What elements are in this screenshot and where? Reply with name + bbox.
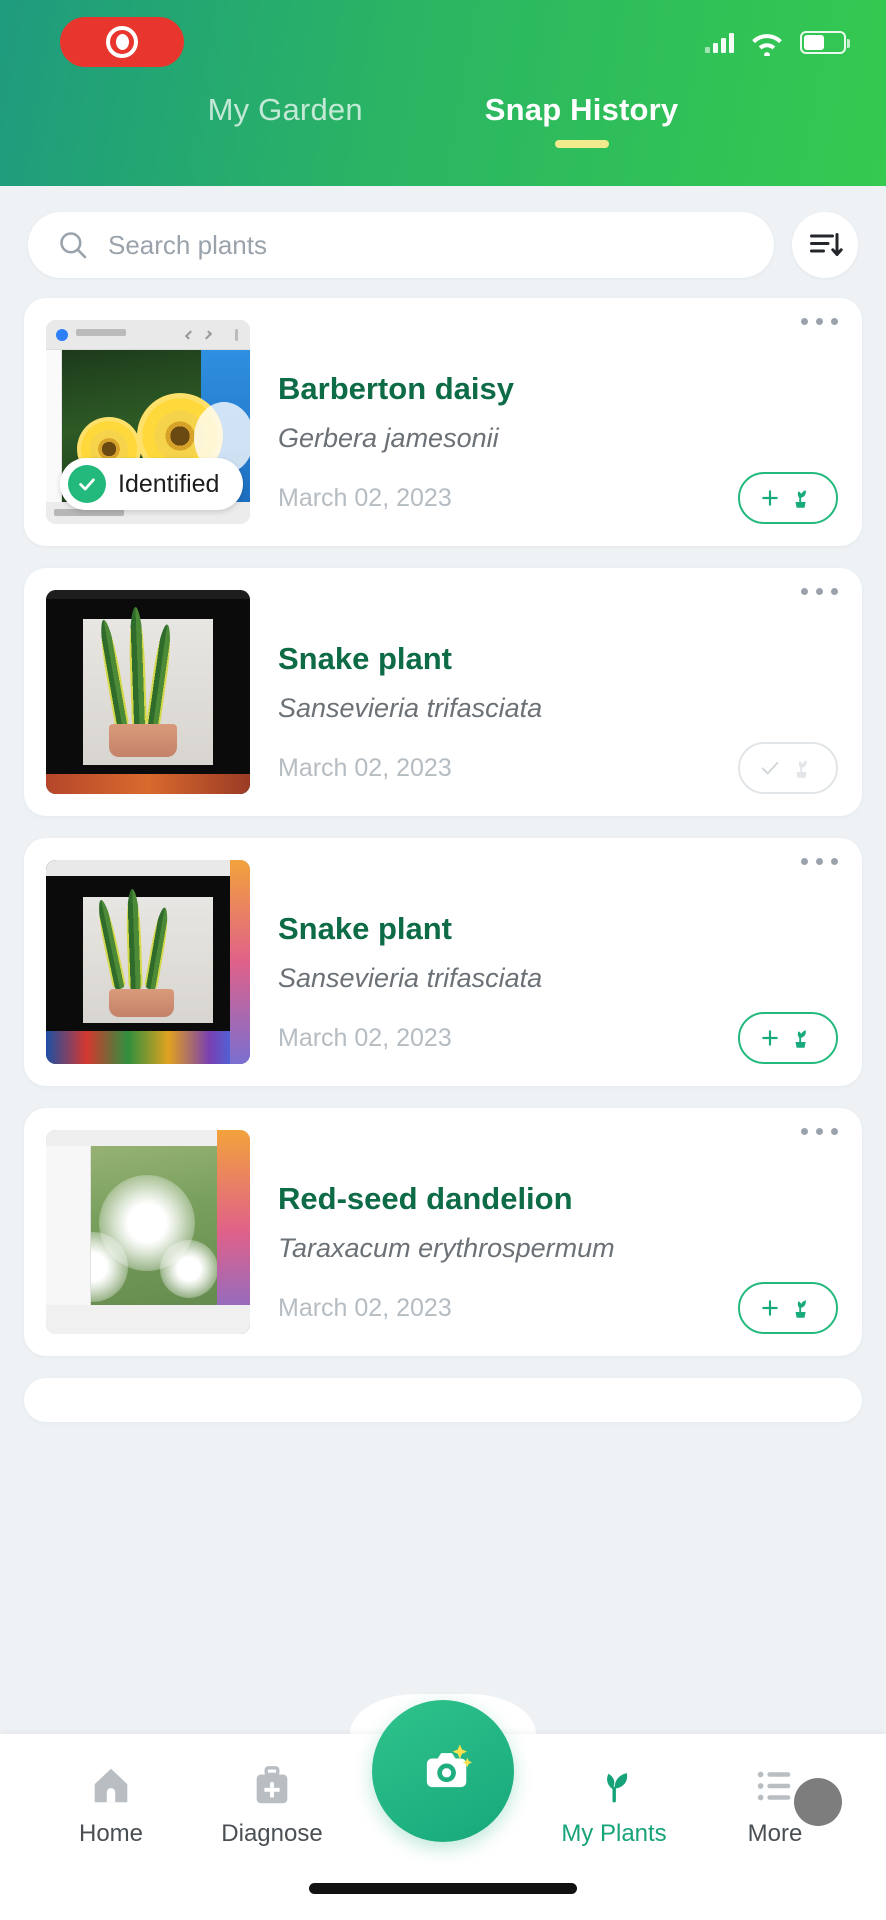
plant-thumbnail[interactable] bbox=[46, 1130, 250, 1334]
status-bar bbox=[0, 0, 886, 84]
nav-item-my-plants[interactable]: My Plants bbox=[549, 1760, 679, 1848]
nav-item-my-plants-label: My Plants bbox=[561, 1820, 667, 1847]
plant-name: Snake plant bbox=[278, 911, 452, 946]
plant-name: Red-seed dandelion bbox=[278, 1181, 573, 1216]
status-icons bbox=[705, 29, 850, 56]
plant-name: Snake plant bbox=[278, 641, 452, 676]
more-options-icon[interactable] bbox=[801, 1128, 838, 1135]
plant-thumbnail[interactable] bbox=[46, 860, 250, 1064]
nav-item-diagnose-label: Diagnose bbox=[221, 1820, 323, 1847]
sprout-icon bbox=[549, 1760, 679, 1812]
more-options-icon[interactable] bbox=[801, 588, 838, 595]
nav-item-home[interactable]: Home bbox=[46, 1760, 176, 1848]
potted-plant-icon bbox=[795, 1300, 806, 1318]
table-row[interactable]: Red-seed dandelion Taraxacum erythrosper… bbox=[24, 1108, 862, 1356]
tab-my-garden[interactable]: My Garden bbox=[202, 92, 369, 128]
plant-scientific-name: Sansevieria trifasciata bbox=[278, 963, 543, 994]
potted-plant-icon bbox=[796, 760, 807, 778]
potted-plant-icon bbox=[795, 490, 806, 508]
added-to-garden-button[interactable] bbox=[738, 742, 838, 794]
plus-icon bbox=[762, 1030, 778, 1046]
snap-date: March 02, 2023 bbox=[278, 1023, 452, 1052]
check-circle-icon bbox=[68, 465, 106, 503]
tab-snap-history[interactable]: Snap History bbox=[479, 92, 685, 148]
plant-scientific-name: Gerbera jamesonii bbox=[278, 423, 499, 454]
plant-name: Barberton daisy bbox=[278, 371, 515, 406]
camera-capture-icon bbox=[426, 1744, 473, 1788]
plus-icon bbox=[762, 1300, 778, 1316]
first-aid-kit-icon bbox=[207, 1760, 337, 1812]
plant-thumbnail[interactable] bbox=[46, 590, 250, 794]
mouse-cursor bbox=[794, 1778, 842, 1826]
snap-history-list: Identified Barberton daisy Gerbera james… bbox=[0, 298, 886, 1422]
nav-item-diagnose[interactable]: Diagnose bbox=[207, 1760, 337, 1848]
bottom-navigation: Home Diagnose My Plants More bbox=[0, 1692, 886, 1920]
sort-descending-icon bbox=[810, 233, 843, 256]
snap-date: March 02, 2023 bbox=[278, 1293, 452, 1322]
home-indicator bbox=[309, 1883, 577, 1894]
search-row: Search plants bbox=[0, 186, 886, 298]
add-to-garden-button[interactable] bbox=[738, 1012, 838, 1064]
table-row[interactable]: Identified Barberton daisy Gerbera james… bbox=[24, 298, 862, 546]
app-screen: My Garden Snap History Search plants Ide… bbox=[0, 0, 886, 1920]
home-icon bbox=[46, 1760, 176, 1812]
more-options-icon[interactable] bbox=[801, 318, 838, 325]
cellular-signal-icon bbox=[705, 31, 734, 53]
record-icon bbox=[106, 26, 138, 58]
search-input[interactable]: Search plants bbox=[28, 212, 774, 278]
sort-button[interactable] bbox=[792, 212, 858, 278]
status-badge: Identified bbox=[60, 458, 244, 510]
tab-snap-history-label: Snap History bbox=[484, 92, 679, 127]
tab-underline bbox=[554, 140, 609, 148]
plant-scientific-name: Sansevieria trifasciata bbox=[278, 693, 543, 724]
camera-capture-button[interactable] bbox=[372, 1700, 514, 1842]
tab-my-garden-label: My Garden bbox=[207, 92, 363, 127]
plant-thumbnail[interactable]: Identified bbox=[46, 320, 250, 524]
table-row[interactable]: Snake plant Sansevieria trifasciata Marc… bbox=[24, 568, 862, 816]
add-to-garden-button[interactable] bbox=[738, 1282, 838, 1334]
status-badge-label: Identified bbox=[118, 469, 220, 498]
battery-icon bbox=[800, 30, 850, 54]
more-options-icon[interactable] bbox=[801, 858, 838, 865]
plant-scientific-name: Taraxacum erythrospermum bbox=[278, 1233, 615, 1264]
search-icon bbox=[60, 232, 87, 259]
nav-item-home-label: Home bbox=[78, 1820, 144, 1847]
add-to-garden-button[interactable] bbox=[738, 472, 838, 524]
plus-icon bbox=[762, 490, 778, 506]
snap-date: March 02, 2023 bbox=[278, 753, 452, 782]
header-tabs: My Garden Snap History bbox=[0, 84, 886, 186]
table-row[interactable]: Snake plant Sansevieria trifasciata Marc… bbox=[24, 838, 862, 1086]
screen-recording-indicator[interactable] bbox=[60, 17, 184, 67]
table-row[interactable] bbox=[24, 1378, 862, 1422]
check-icon bbox=[761, 761, 779, 775]
potted-plant-icon bbox=[795, 1030, 806, 1048]
wifi-icon bbox=[752, 33, 782, 56]
app-header: My Garden Snap History bbox=[0, 0, 886, 186]
search-placeholder: Search plants bbox=[108, 229, 267, 260]
snap-date: March 02, 2023 bbox=[278, 483, 452, 512]
